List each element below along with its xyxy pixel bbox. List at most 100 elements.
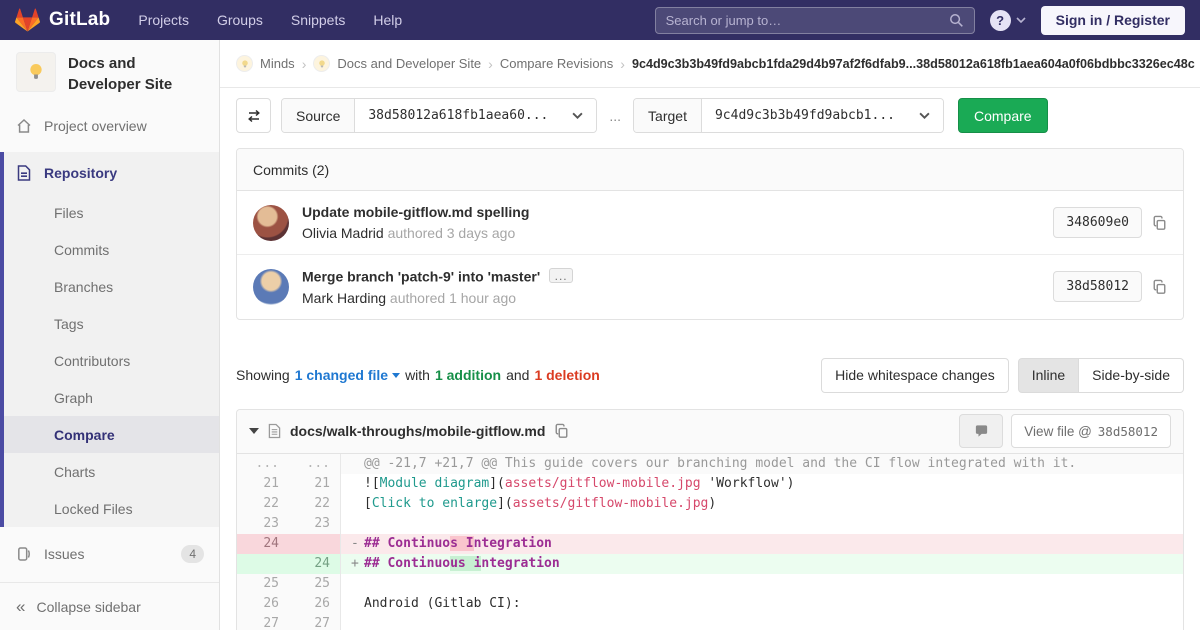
commits-panel: Commits (2) Update mobile-gitflow.md spe… [236, 148, 1184, 320]
search-input[interactable] [665, 12, 949, 28]
new-line-number[interactable]: 22 [289, 493, 341, 514]
copy-sha-button[interactable] [1152, 215, 1167, 231]
help-menu[interactable]: ? [989, 9, 1026, 31]
sidebar-item-issues[interactable]: Issues 4 [0, 535, 219, 572]
changed-files-dropdown[interactable]: 1 changed file [295, 367, 388, 383]
sidebar-item-branches[interactable]: Branches [0, 268, 219, 305]
side-by-side-view-button[interactable]: Side-by-side [1079, 357, 1184, 393]
new-line-number[interactable]: 25 [289, 573, 341, 594]
swap-arrows-icon [247, 109, 260, 122]
new-line-number[interactable]: 21 [289, 473, 341, 494]
breadcrumb-separator: › [620, 55, 625, 72]
collapse-file-caret-icon[interactable] [249, 428, 259, 434]
breadcrumb-separator: › [488, 55, 493, 72]
hide-whitespace-button[interactable]: Hide whitespace changes [821, 357, 1009, 393]
old-line-number[interactable]: 27 [237, 613, 289, 630]
sidebar-item-project-overview[interactable]: Project overview [0, 107, 219, 144]
code-segment: ## Continuo [364, 555, 451, 571]
project-avatar [16, 52, 56, 92]
new-line-number[interactable] [289, 533, 341, 554]
global-search[interactable] [654, 6, 975, 34]
view-file-button[interactable]: View file @ 38d58012 [1011, 414, 1171, 448]
old-line-number[interactable]: 25 [237, 573, 289, 594]
repository-section: Repository Files Commits Branches Tags C… [0, 152, 219, 527]
source-ref-dropdown[interactable]: 38d58012a618fb1aea60... [355, 99, 597, 132]
commit-title-link[interactable]: Merge branch 'patch-9' into 'master' [302, 269, 540, 285]
code-segment: ]( [489, 475, 505, 491]
nav-link-help[interactable]: Help [373, 12, 402, 28]
old-line-number[interactable]: 23 [237, 513, 289, 534]
code-segment: us i [450, 555, 482, 571]
code-segment: assets/gitflow-mobile.jpg [512, 495, 709, 511]
toggle-comments-button[interactable] [959, 414, 1004, 448]
diff-line-code [341, 613, 1183, 630]
sidebar-item-locked-files[interactable]: Locked Files [0, 490, 219, 527]
old-line-number[interactable] [237, 553, 289, 574]
old-line-number[interactable]: 22 [237, 493, 289, 514]
sidebar-item-graph[interactable]: Graph [0, 379, 219, 416]
commit-author-avatar[interactable] [253, 204, 289, 241]
project-context-header[interactable]: Docs and Developer Site [0, 40, 219, 107]
breadcrumb-group[interactable]: Minds [260, 56, 295, 71]
lightbulb-icon [30, 64, 42, 79]
new-line-number[interactable]: ... [289, 453, 341, 474]
sidebar-item-repository[interactable]: Repository [0, 152, 219, 194]
sidebar-item-commits[interactable]: Commits [0, 231, 219, 268]
repository-doc-icon [15, 165, 32, 181]
commit-short-sha[interactable]: 38d58012 [1053, 271, 1142, 303]
compare-button[interactable]: Compare [957, 98, 1048, 133]
diff-file-path[interactable]: docs/walk-throughs/mobile-gitflow.md [290, 423, 545, 439]
help-icon[interactable]: ? [989, 9, 1011, 31]
commit-title-link[interactable]: Update mobile-gitflow.md spelling [302, 204, 529, 220]
old-line-number[interactable]: 24 [237, 533, 289, 554]
top-navbar: GitLab Projects Groups Snippets Help ? S… [0, 0, 1200, 40]
old-line-number[interactable]: ... [237, 453, 289, 474]
nav-link-snippets[interactable]: Snippets [291, 12, 345, 28]
nav-link-projects[interactable]: Projects [138, 12, 189, 28]
breadcrumb: Minds › Docs and Developer Site › Compar… [220, 40, 1200, 88]
chevron-down-icon [919, 112, 930, 119]
sidebar-item-compare[interactable]: Compare [0, 416, 219, 453]
target-ref-group: Target 9c4d9c3b3b49fd9abcb1... [633, 98, 944, 133]
target-ref-dropdown[interactable]: 9c4d9c3b3b49fd9abcb1... [701, 99, 943, 132]
code-segment: ) [786, 475, 795, 491]
gitlab-brand[interactable]: GitLab [15, 8, 110, 32]
target-ref-value: 9c4d9c3b3b49fd9abcb1... [714, 108, 895, 123]
diff-line-code [341, 573, 1183, 594]
old-line-number[interactable]: 21 [237, 473, 289, 494]
sign-in-register-button[interactable]: Sign in / Register [1040, 5, 1185, 35]
breadcrumb-project[interactable]: Docs and Developer Site [337, 56, 481, 71]
sidebar-item-contributors[interactable]: Contributors [0, 342, 219, 379]
swap-revisions-button[interactable] [236, 98, 271, 133]
code-segment: ![ [364, 475, 380, 491]
sidebar-item-files[interactable]: Files [0, 194, 219, 231]
new-line-number[interactable]: 24 [289, 553, 341, 574]
diff-line: 21 21 ![Module diagram](assets/gitflow-mob… [237, 473, 1183, 494]
search-icon[interactable] [949, 13, 964, 28]
caret-down-icon[interactable] [392, 372, 401, 378]
nav-link-groups[interactable]: Groups [217, 12, 263, 28]
inline-view-button[interactable]: Inline [1017, 357, 1080, 393]
code-segment: ) [708, 495, 717, 511]
sidebar-item-charts[interactable]: Charts [0, 453, 219, 490]
project-title: Docs and Developer Site [68, 55, 173, 93]
breadcrumb-compare-revisions[interactable]: Compare Revisions [500, 56, 613, 71]
old-line-number[interactable]: 26 [237, 593, 289, 614]
collapse-sidebar-button[interactable]: « Collapse sidebar [0, 582, 219, 630]
commit-row: Update mobile-gitflow.md spelling Olivia… [237, 191, 1183, 254]
commit-author-avatar[interactable] [253, 268, 289, 305]
copy-file-path-button[interactable] [554, 423, 569, 439]
new-line-number[interactable]: 23 [289, 513, 341, 534]
commit-short-sha[interactable]: 348609e0 [1053, 207, 1142, 238]
new-line-number[interactable]: 27 [289, 613, 341, 630]
commit-author-name[interactable]: Mark Harding [302, 290, 386, 306]
sidebar-item-tags[interactable]: Tags [0, 305, 219, 342]
diff-line: 24 - ## Continuos Integration [237, 533, 1183, 554]
commit-description-expander[interactable]: ... [549, 268, 574, 283]
commit-author-name[interactable]: Olivia Madrid [302, 225, 384, 241]
copy-sha-button[interactable] [1152, 279, 1167, 295]
diff-line: 27 27 [237, 613, 1183, 630]
diff-lines: ...... @@ -21,7 +21,7 @@ This guide cover… [237, 453, 1183, 630]
code-segment: ]( [497, 495, 513, 511]
new-line-number[interactable]: 26 [289, 593, 341, 614]
